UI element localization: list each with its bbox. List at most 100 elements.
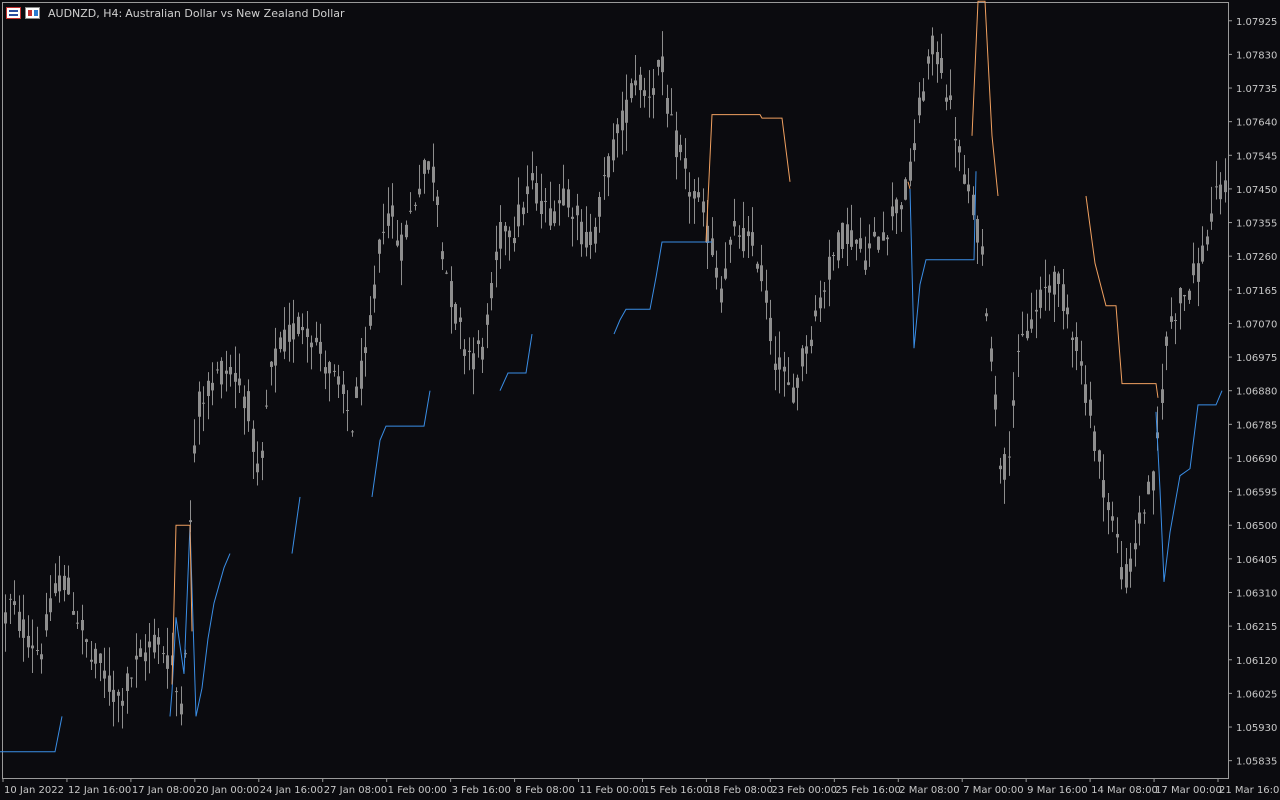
candle-body [918,97,921,116]
time-tick-label: 18 Feb 08:00 [707,785,773,796]
candle-body [1093,431,1096,451]
candle-body [895,199,898,214]
chart-header: AUDNZD, H4: Australian Dollar vs New Zeal… [6,5,348,21]
candle-body [720,288,723,303]
candle-body [931,35,934,55]
candle-body [472,353,475,370]
candle-body [364,347,367,354]
candle-body [693,191,696,199]
candle-body [841,222,844,250]
candle-body [504,225,507,232]
candle-body [202,402,205,404]
symbol-label: AUDNZD, H4: [48,6,123,20]
candle-body [441,251,444,260]
candle-body [378,239,381,254]
candle-body [751,232,754,246]
candle-body [1062,284,1065,312]
candle-body [783,366,786,372]
candle-body [891,206,894,217]
candle-body [1161,389,1164,403]
candle-body [103,670,106,679]
candle-body [684,158,687,169]
candle-body [108,675,111,692]
candle-body [121,700,124,706]
candle-body [724,268,727,279]
candle-body [1035,309,1038,312]
time-tick-label: 21 Mar 16:00 [1219,785,1280,796]
candle-body [778,357,781,370]
candle-body [1174,320,1177,322]
candle-body [999,465,1002,470]
candle-body [45,614,48,631]
candle-body [832,255,835,257]
time-tick-label: 2 Mar 08:00 [899,785,959,796]
candle-body [801,348,804,367]
candle-body [319,341,322,354]
candle-body [585,231,588,248]
candle-body [180,703,183,715]
lower-band-line [0,716,63,753]
candle-body [625,99,628,123]
candle-body [958,146,961,153]
candle-body [747,231,750,237]
candle-body [1192,263,1195,276]
candle-body [1012,400,1015,406]
market-depth-icon[interactable] [25,7,40,19]
price-tick-label: 1.07640 [1236,118,1277,129]
upper-band-line [1085,195,1159,398]
candle-body [49,598,52,613]
candle-body [531,173,534,181]
candle-body [463,349,466,356]
one-click-trading-icon[interactable] [6,7,21,19]
candle-body [1188,290,1191,300]
candle-body [477,340,480,345]
candle-body [90,659,93,662]
candle-body [1003,454,1006,480]
price-tick-label: 1.06215 [1236,622,1277,633]
candle-body [886,237,889,240]
candle-body [468,350,471,352]
candle-body [1084,384,1087,403]
time-tick-label: 27 Jan 08:00 [324,785,387,796]
candle-body [58,575,61,592]
candle-body [459,317,462,322]
candle-body [301,326,304,331]
candle-body [342,384,345,395]
candle-body [247,391,250,422]
candle-body [567,189,570,208]
price-tick-label: 1.06595 [1236,488,1277,499]
candle-body [481,346,484,360]
candle-body [1143,512,1146,514]
candle-body [243,396,246,409]
candle-body [162,653,165,655]
candle-body [436,196,439,206]
candle-body [927,56,930,64]
price-tick-label: 1.06500 [1236,521,1277,532]
time-tick-label: 9 Mar 16:00 [1027,785,1087,796]
price-axis: 1.07925 1.07830 1.07735 1.07640 1.07545 1.074… [1228,17,1277,768]
chart-frame [2,2,1229,779]
price-tick-label: 1.07925 [1236,17,1277,28]
candle-body [805,346,808,354]
candle-body [1021,333,1024,336]
lower-band-line [169,525,231,717]
candle-body [837,232,840,261]
candle-body [18,611,21,631]
candle-body [657,59,660,67]
candle-body [1017,350,1020,352]
candle-body [274,348,277,366]
candle-body [639,74,642,91]
candle-body [553,211,556,224]
candle-body [1210,213,1213,222]
candle-body [828,256,831,280]
price-tick-label: 1.06120 [1236,656,1277,667]
candle-body [963,174,966,184]
candle-body [868,243,871,249]
candle-body [229,367,232,375]
candle-body [432,166,435,183]
candle-body [153,634,156,653]
time-tick-label: 7 Mar 00:00 [963,785,1023,796]
price-chart[interactable]: 1.07925 1.07830 1.07735 1.07640 1.07545 1.074… [0,0,1280,800]
candle-body [396,240,399,246]
candle-body [211,382,214,391]
